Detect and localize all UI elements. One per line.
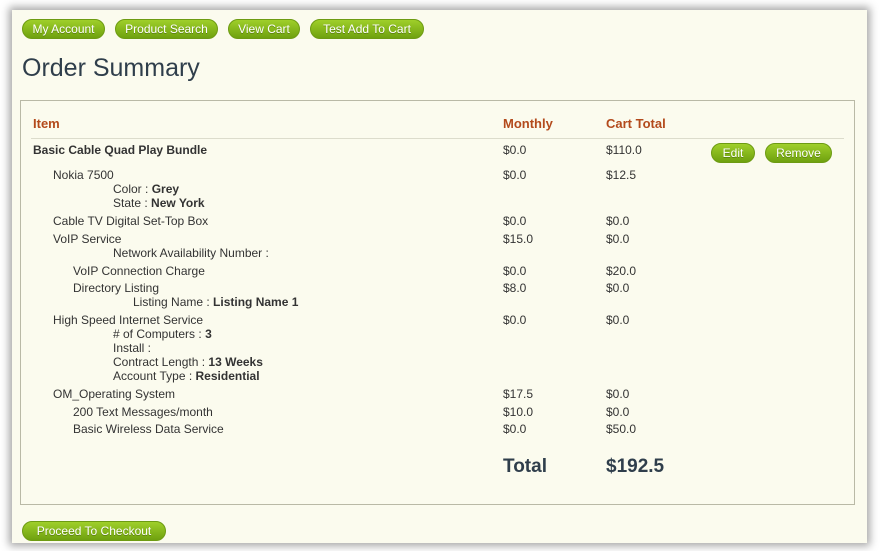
item-monthly: $17.5 [503,387,534,401]
item-monthly: $0.0 [503,214,527,228]
column-header-item: Item [33,116,60,131]
item-monthly: $8.0 [503,281,527,295]
item-total: $0.0 [606,405,630,419]
page-frame: My Account Product Search View Cart Test… [12,10,867,543]
total-label: Total [503,456,547,477]
bundle-monthly: $0.0 [503,143,527,157]
item-total: $0.0 [606,232,630,246]
item-total: $0.0 [606,281,630,295]
remove-button[interactable]: Remove [765,143,832,163]
item-name: Cable TV Digital Set-Top Box [53,214,209,228]
item-total: $0.0 [606,214,630,228]
item-monthly: $10.0 [503,405,534,419]
column-header-cart-total: Cart Total [606,116,666,131]
item-total: $0.0 [606,387,630,401]
test-add-to-cart-button[interactable]: Test Add To Cart [310,19,424,39]
product-search-button[interactable]: Product Search [115,19,218,39]
header-divider [31,138,844,139]
item-monthly: $0.0 [503,313,527,327]
attribute-listing-name: Listing Name : Listing Name 1 [133,295,299,309]
item-monthly: $0.0 [503,422,527,436]
item-name: VoIP Service [53,232,122,246]
item-name: 200 Text Messages/month [73,405,213,419]
order-summary-table: Item Monthly Cart Total Basic Cable Quad… [20,100,855,505]
item-name: High Speed Internet Service [53,313,204,327]
item-name: Nokia 7500 [53,168,114,182]
attribute-account-type: Account Type : Residential [113,369,260,383]
my-account-button[interactable]: My Account [22,19,105,39]
view-cart-button[interactable]: View Cart [228,19,300,39]
proceed-to-checkout-button[interactable]: Proceed To Checkout [22,521,166,541]
page-title: Order Summary [22,54,200,82]
edit-button[interactable]: Edit [711,143,755,163]
item-total: $50.0 [606,422,637,436]
item-name: OM_Operating System [53,387,176,401]
item-total: $20.0 [606,264,637,278]
item-total: $12.5 [606,168,637,182]
item-name: Basic Wireless Data Service [73,422,224,436]
item-name: Directory Listing [73,281,160,295]
total-value: $192.5 [606,456,665,477]
bundle-total: $110.0 [606,143,642,157]
item-monthly: $0.0 [503,264,527,278]
attribute-color: Color : Grey [113,182,180,196]
bundle-name: Basic Cable Quad Play Bundle [33,143,208,157]
item-monthly: $0.0 [503,168,527,182]
item-name: VoIP Connection Charge [73,264,205,278]
attribute-install: Install : [113,341,152,355]
item-total: $0.0 [606,313,630,327]
attribute-computers: # of Computers : 3 [113,327,212,341]
attribute-state: State : New York [113,196,205,210]
column-header-monthly: Monthly [503,116,553,131]
attribute-contract-length: Contract Length : 13 Weeks [113,355,263,369]
item-monthly: $15.0 [503,232,534,246]
attribute-network-availability: Network Availability Number : [113,246,269,260]
